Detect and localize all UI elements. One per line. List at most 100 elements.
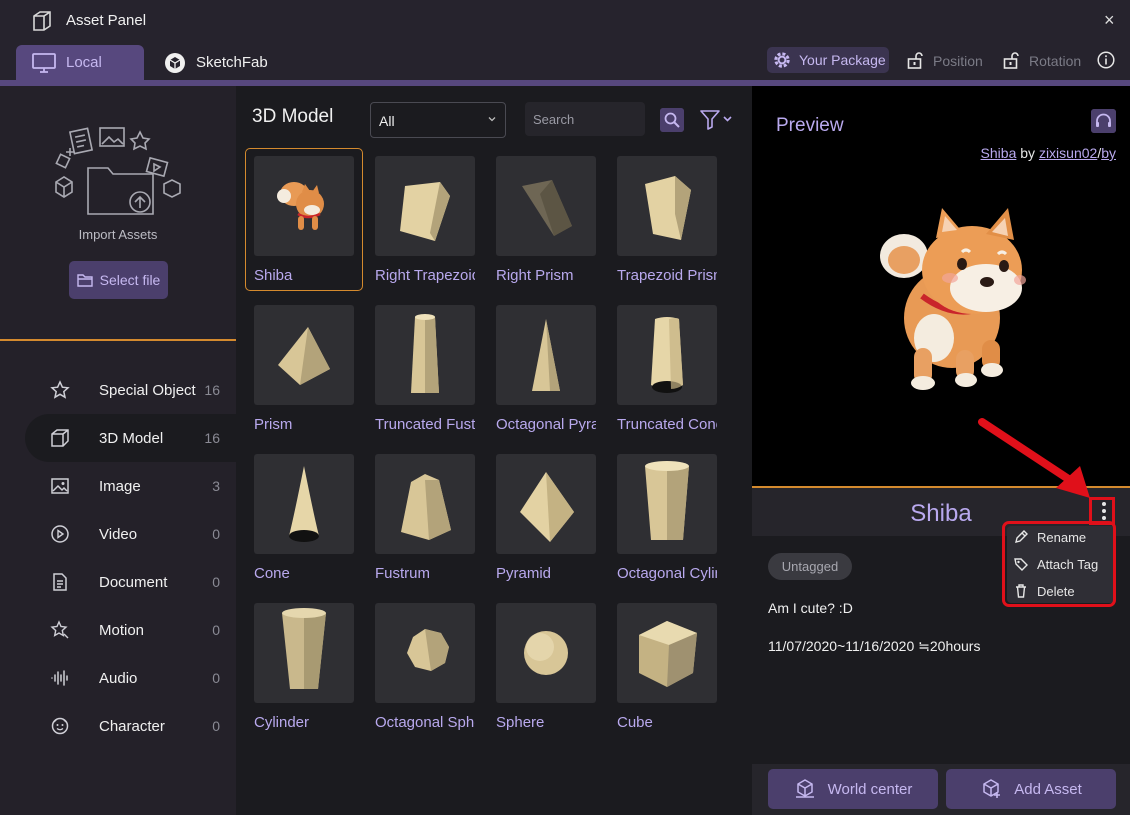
model-card-right-trapezoid[interactable]: Right Trapezoid (375, 156, 493, 298)
trapezoid-prism-icon (645, 176, 691, 240)
sidebar-item-label: Image (99, 477, 141, 495)
sidebar-item-label: Special Object (99, 381, 196, 399)
model-card-label: Pyramid (496, 565, 552, 582)
sidebar-item-count: 0 (212, 718, 220, 734)
import-area[interactable]: Import Assets Select file (0, 86, 236, 339)
world-center-button[interactable]: World center (768, 769, 938, 809)
sidebar-item-count: 16 (204, 430, 220, 446)
world-center-label: World center (827, 780, 913, 798)
model-browser: 3D Model All Search Shiba Right Trapezoid… (236, 86, 752, 815)
model-thumbnail (496, 454, 596, 554)
credit-model-link[interactable]: Shiba (981, 145, 1017, 161)
search-icon[interactable] (660, 108, 684, 132)
sidebar-item-label: Character (99, 717, 165, 735)
sidebar-item-document[interactable]: Document 0 (25, 558, 236, 606)
position-button[interactable]: Position (907, 50, 983, 72)
model-card-trapezoid-prism[interactable]: Trapezoid Prism (617, 156, 735, 298)
model-thumbnail (254, 454, 354, 554)
shiba-dog-model[interactable] (874, 208, 1034, 398)
model-card-right-prism[interactable]: Right Prism (496, 156, 614, 298)
page-title: 3D Model (252, 106, 334, 127)
model-card-label: Right Prism (496, 267, 574, 284)
gear-icon (774, 52, 790, 68)
filter-funnel-icon[interactable] (698, 108, 734, 132)
model-card-label: Prism (254, 416, 293, 433)
sidebar-item-audio[interactable]: Audio 0 (25, 654, 236, 702)
your-package-label: Your Package (799, 52, 886, 68)
model-thumbnail (617, 156, 717, 256)
model-card-label: Octagonal Pyramid (496, 416, 596, 433)
model-card-fustrum[interactable]: Fustrum (375, 454, 493, 596)
octagonal-sphere-icon (407, 629, 449, 671)
tag-badge[interactable]: Untagged (768, 553, 852, 580)
your-package-button[interactable]: Your Package (767, 47, 889, 73)
tab-sketchfab[interactable]: SketchFab (160, 45, 290, 80)
asset-date-range: 11/07/2020~11/16/2020 ≒20hours (768, 638, 981, 654)
cube-icon (639, 621, 697, 687)
octagonal-cylinder-icon (645, 461, 689, 540)
sidebar-item-image[interactable]: Image 3 (25, 462, 236, 510)
sidebar-item-character[interactable]: Character 0 (25, 702, 236, 750)
model-thumbnail (617, 454, 717, 554)
menu-highlight-box (1002, 521, 1116, 607)
credit-license-link[interactable]: by (1101, 145, 1116, 161)
model-card-prism[interactable]: Prism (254, 305, 372, 447)
model-card-sphere[interactable]: Sphere (496, 603, 614, 745)
cylinder-icon (282, 608, 326, 689)
model-card-label: Cube (617, 714, 653, 731)
close-button[interactable]: × (1104, 10, 1118, 30)
model-card-truncated-cone[interactable]: Truncated Cone (617, 305, 735, 447)
rotation-label: Rotation (1029, 53, 1082, 69)
model-card-octagonal-sphere[interactable]: Octagonal Sphere (375, 603, 493, 745)
sidebar-item-video[interactable]: Video 0 (25, 510, 236, 558)
model-card-label: Cone (254, 565, 290, 582)
annotation-arrow-icon (978, 418, 1090, 498)
sphere-icon (524, 631, 568, 675)
cube-icon (33, 11, 51, 31)
sidebar-item-count: 3 (212, 478, 220, 494)
model-thumbnail (375, 156, 475, 256)
model-card-octagonal-cylinder[interactable]: Octagonal Cylinder (617, 454, 735, 596)
model-card-pyramid[interactable]: Pyramid (496, 454, 614, 596)
tab-local[interactable]: Local (16, 45, 144, 80)
category-filter-select[interactable]: All (370, 102, 506, 138)
model-card-cylinder[interactable]: Cylinder (254, 603, 372, 745)
add-cube-icon (983, 779, 1001, 798)
model-thumbnail (254, 156, 354, 256)
right-prism-icon (522, 180, 572, 236)
sidebar-item-count: 0 (212, 526, 220, 542)
model-thumbnail (496, 305, 596, 405)
cone-icon (289, 466, 319, 542)
sidebar-item-special-object[interactable]: Special Object 16 (25, 366, 236, 414)
model-card-shiba[interactable]: Shiba (245, 148, 363, 291)
search-input[interactable]: Search (525, 102, 645, 136)
sidebar-item-3d-model[interactable]: 3D Model 16 (25, 414, 236, 462)
model-thumbnail (496, 603, 596, 703)
sidebar-item-label: Document (99, 573, 168, 591)
info-icon[interactable] (1097, 51, 1115, 69)
cube-icon (51, 429, 69, 447)
select-file-button[interactable]: Select file (69, 261, 168, 299)
footer-actions: World center Add Asset (752, 764, 1130, 815)
model-card-label: Truncated Cone (617, 416, 717, 433)
document-icon (53, 573, 67, 591)
rotation-button[interactable]: Rotation (1003, 50, 1081, 72)
star-icon (50, 380, 70, 399)
headset-icon[interactable] (1091, 109, 1116, 133)
audio-icon (51, 670, 68, 686)
model-card-cone[interactable]: Cone (254, 454, 372, 596)
model-card-truncated-fustrum[interactable]: Truncated Fustrum (375, 305, 493, 447)
sidebar-item-count: 0 (212, 622, 220, 638)
model-card-label: Right Trapezoid (375, 267, 475, 284)
asset-description: Am I cute? :D (768, 600, 853, 616)
model-card-label: Sphere (496, 714, 545, 731)
model-thumbnail (617, 603, 717, 703)
model-card-label: Octagonal Cylinder (617, 565, 717, 582)
credit-author-link[interactable]: zixisun02 (1039, 145, 1097, 161)
sidebar-item-label: Motion (99, 621, 145, 639)
sidebar-item-motion[interactable]: Motion 0 (25, 606, 236, 654)
model-card-octagonal-pyramid[interactable]: Octagonal Pyramid (496, 305, 614, 447)
add-asset-button[interactable]: Add Asset (946, 769, 1116, 809)
tab-local-label: Local (66, 54, 102, 71)
model-card-cube[interactable]: Cube (617, 603, 735, 745)
